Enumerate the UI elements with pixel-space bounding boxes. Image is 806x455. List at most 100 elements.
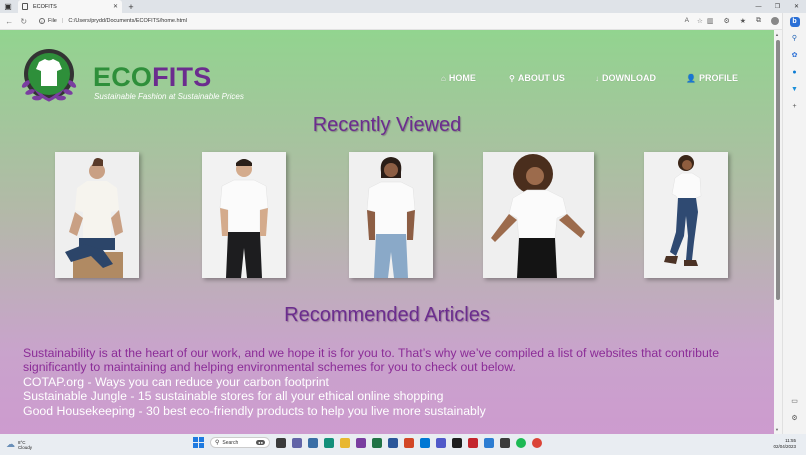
weather-text: 8°C Cloudy [18, 440, 32, 450]
favorites-icon[interactable]: ★ [740, 17, 746, 25]
scrollbar-thumb[interactable] [776, 40, 780, 300]
tab-title: ECOFITS [33, 3, 57, 10]
product-card-1[interactable] [55, 152, 139, 278]
url-text[interactable]: C:/Users/prydd/Documents/ECOFITS/home.ht… [68, 18, 187, 24]
nav-profile[interactable]: 👤 PROFILE [686, 73, 738, 83]
product-card-5[interactable] [644, 152, 728, 278]
browser-tab-bar: ▣ ECOFITS ✕ + — ❐ ✕ [0, 0, 806, 13]
nav-home[interactable]: ⌂ HOME [441, 73, 509, 83]
scroll-up-icon[interactable]: ▲ [775, 32, 779, 37]
address-bar[interactable]: i File | C:/Users/prydd/Documents/ECOFIT… [39, 15, 707, 27]
excel-icon[interactable] [372, 437, 382, 448]
close-window-button[interactable]: ✕ [787, 0, 806, 13]
split-screen-icon[interactable]: ▥ [707, 17, 714, 25]
terminal-icon[interactable] [452, 437, 462, 448]
user-icon: 👤 [686, 73, 696, 83]
taskbar-search-label: Search [222, 439, 239, 446]
close-tab-icon[interactable]: ✕ [113, 3, 118, 10]
search-icon: ⚲ [509, 73, 515, 83]
product-image-man-jeans [349, 152, 433, 278]
article-link-good-housekeeping[interactable]: Good Housekeeping - 30 best eco-friendly… [23, 404, 753, 418]
collections-icon[interactable]: ⧉ [756, 17, 761, 25]
recommended-articles: Sustainability is at the heart of our wo… [23, 346, 753, 418]
file-explorer-icon[interactable] [340, 437, 350, 448]
app-icon[interactable] [308, 437, 318, 448]
task-view-icon[interactable] [276, 437, 286, 448]
web-page: ECOFITS Sustainable Fashion at Sustainab… [0, 30, 774, 434]
back-button[interactable]: ← [4, 15, 15, 27]
weather-desc: Cloudy [18, 444, 33, 450]
chrome-icon[interactable] [532, 437, 542, 448]
teams-work-icon[interactable] [436, 437, 446, 448]
brand-eco: ECO [93, 62, 153, 92]
sticky-app-icon[interactable] [500, 437, 510, 448]
mail-icon[interactable] [484, 437, 494, 448]
start-button[interactable] [193, 437, 204, 448]
mcafee-icon[interactable] [468, 437, 478, 448]
nav-about-us[interactable]: ⚲ ABOUT US [509, 73, 595, 83]
site-brand[interactable]: ECOFITS [93, 62, 211, 93]
spotify-icon[interactable] [516, 437, 526, 448]
info-icon[interactable]: i [39, 18, 45, 24]
favorite-add-icon[interactable]: ☆ [697, 17, 703, 25]
profile-avatar[interactable] [771, 17, 780, 25]
outlook-icon[interactable] [420, 437, 430, 448]
page-icon [22, 3, 28, 10]
home-icon: ⌂ [441, 73, 446, 83]
edge-sidebar: b ⚲ ✿ ● ▼ + ▭ ⚙ [782, 13, 806, 434]
extensions-icon[interactable]: ⚙ [723, 17, 729, 25]
sidebar-games-icon[interactable]: ▼ [790, 85, 800, 95]
site-nav: ⌂ HOME ⚲ ABOUT US ↓ DOWNLOAD 👤 PROFILE [441, 73, 738, 83]
minimize-button[interactable]: — [749, 0, 768, 13]
edge-icon[interactable] [324, 437, 334, 448]
weather-widget[interactable]: ☁ 8°C Cloudy [6, 439, 32, 450]
sidebar-add-icon[interactable]: + [790, 102, 800, 112]
sidebar-settings-icon[interactable]: ⚙ [790, 414, 800, 424]
page-scrollbar[interactable]: ▲ ▼ [774, 30, 782, 434]
read-aloud-icon[interactable]: A [685, 17, 689, 25]
scroll-down-icon[interactable]: ▼ [775, 427, 779, 432]
new-tab-button[interactable]: + [125, 0, 137, 13]
clock-date: 02/04/2023 [773, 444, 796, 449]
search-highlight-badge: ●● [256, 440, 265, 445]
onenote-icon[interactable] [356, 437, 366, 448]
browser-tab[interactable]: ECOFITS ✕ [18, 0, 122, 13]
ecofits-logo [21, 49, 77, 102]
recently-viewed-title: Recently Viewed [312, 114, 462, 136]
nav-download-label: DOWNLOAD [602, 73, 656, 83]
search-icon: ⚲ [215, 440, 220, 446]
address-bar-row: ← ↻ i File | C:/Users/prydd/Documents/EC… [0, 13, 806, 30]
restore-button[interactable]: ❐ [768, 0, 787, 13]
article-link-cotap[interactable]: COTAP.org - Ways you can reduce your car… [23, 375, 753, 389]
sidebar-outlook-icon[interactable]: ● [790, 68, 800, 78]
product-card-3[interactable] [349, 152, 433, 278]
nav-home-label: HOME [448, 73, 476, 83]
brand-fits: FITS [152, 62, 212, 92]
arrow-down-icon: ↓ [595, 73, 599, 83]
site-tagline: Sustainable Fashion at Sustainable Price… [94, 92, 244, 101]
sidebar-layout-icon[interactable]: ▭ [790, 397, 800, 407]
product-card-2[interactable] [202, 152, 286, 278]
product-image-man-seated [55, 152, 139, 278]
product-image-man-black-trousers [202, 152, 286, 278]
sidebar-search-icon[interactable]: ⚲ [790, 34, 800, 44]
nav-download[interactable]: ↓ DOWNLOAD [595, 73, 686, 83]
recommended-articles-title: Recommended Articles [284, 304, 490, 326]
taskbar-clock[interactable]: 11:55 02/04/2023 [773, 438, 796, 450]
teams-icon[interactable] [292, 437, 302, 448]
taskbar-apps: ⚲ Search ●● [193, 437, 542, 448]
bing-chat-icon[interactable]: b [789, 17, 800, 27]
word-icon[interactable] [388, 437, 398, 448]
tab-actions-icon[interactable]: ▣ [0, 0, 16, 13]
taskbar-search[interactable]: ⚲ Search ●● [210, 437, 270, 448]
url-separator: | [61, 18, 64, 24]
article-link-sustainable-jungle[interactable]: Sustainable Jungle - 15 sustainable stor… [23, 389, 753, 403]
refresh-button[interactable]: ↻ [19, 15, 30, 27]
product-card-4[interactable] [483, 152, 594, 278]
powerpoint-icon[interactable] [404, 437, 414, 448]
nav-about-label: ABOUT US [517, 73, 565, 83]
window-controls: — ❐ ✕ [749, 0, 806, 13]
nav-profile-label: PROFILE [698, 73, 738, 83]
sidebar-shopping-icon[interactable]: ✿ [790, 51, 800, 61]
product-image-woman-jeans [644, 152, 728, 278]
